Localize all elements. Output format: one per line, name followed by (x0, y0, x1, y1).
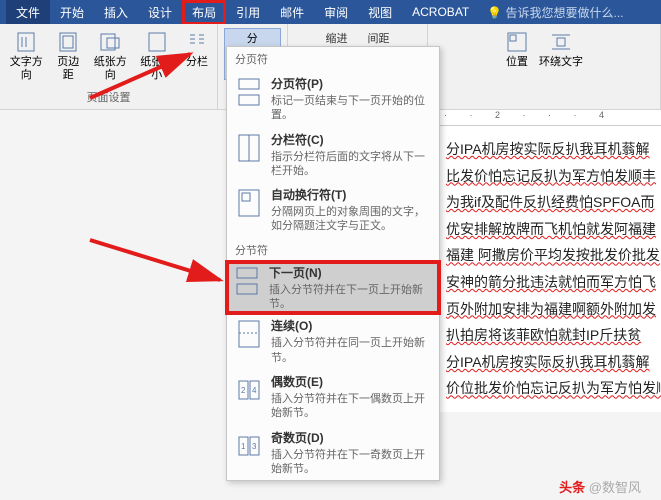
spacing-label: 间距 (368, 30, 390, 46)
wrap-text-button[interactable]: 环绕文字 (537, 28, 585, 71)
svg-text:3: 3 (252, 442, 257, 451)
watermark: 头条 @数智风 (559, 477, 641, 496)
svg-text:2: 2 (241, 386, 246, 395)
wrap-break-icon (235, 186, 263, 220)
paper-orient-icon (98, 30, 122, 54)
menu-tabs: 文件 开始 插入 设计 布局 引用 邮件 审阅 视图 ACROBAT 💡 告诉我… (0, 0, 661, 24)
paper-size-icon (145, 30, 169, 54)
tab-review[interactable]: 审阅 (314, 0, 358, 25)
text-direction-button[interactable]: 文字方向 (6, 28, 47, 84)
tab-view[interactable]: 视图 (358, 0, 402, 25)
item-next-page[interactable]: 下一页(N)插入分节符并在下一页上开始新节。 (225, 260, 441, 316)
group-page-setup: 页面设置 (87, 89, 131, 105)
next-page-icon (233, 264, 261, 298)
item-text-wrap-break[interactable]: 自动换行符(T)分隔网页上的对象周围的文字，如分隔题注文字与正文。 (227, 182, 439, 238)
item-odd-page[interactable]: 13 奇数页(D)插入分节符并在下一奇数页上开始新节。 (227, 425, 439, 481)
odd-page-icon: 13 (235, 429, 263, 463)
ruler: · · 2 · · · 4 (440, 110, 661, 126)
item-page-break[interactable]: 分页符(P)标记一页结束与下一页开始的位置。 (227, 71, 439, 127)
item-column-break[interactable]: 分栏符(C)指示分栏符后面的文字将从下一栏开始。 (227, 127, 439, 183)
page-margin-icon (56, 30, 80, 54)
column-break-icon (235, 131, 263, 165)
tell-me[interactable]: 💡 告诉我您想要做什么... (487, 4, 623, 21)
page-margin-button[interactable]: 页边距 (53, 28, 84, 84)
tab-reference[interactable]: 引用 (226, 0, 270, 25)
continuous-icon (235, 317, 263, 351)
position-button[interactable]: 位置 (503, 28, 531, 71)
paper-size-button[interactable]: 纸张大小 (136, 28, 177, 84)
separator-dropdown: 分页符 分页符(P)标记一页结束与下一页开始的位置。 分栏符(C)指示分栏符后面… (226, 46, 440, 481)
position-icon (505, 30, 529, 54)
wrap-text-icon (549, 30, 573, 54)
tab-file[interactable]: 文件 (6, 0, 50, 25)
page-break-icon (235, 75, 263, 109)
section-page-breaks: 分页符 (227, 47, 439, 71)
svg-text:4: 4 (252, 386, 257, 395)
columns-button[interactable]: 分栏 (183, 28, 211, 71)
item-continuous[interactable]: 连续(O)插入分节符并在同一页上开始新节。 (227, 313, 439, 369)
tab-acrobat[interactable]: ACROBAT (402, 1, 479, 23)
tab-layout[interactable]: 布局 (182, 0, 226, 25)
paper-orient-button[interactable]: 纸张方向 (90, 28, 131, 84)
tab-start[interactable]: 开始 (50, 0, 94, 25)
text-direction-icon (14, 30, 38, 54)
item-even-page[interactable]: 24 偶数页(E)插入分节符并在下一偶数页上开始新节。 (227, 369, 439, 425)
tab-design[interactable]: 设计 (138, 0, 182, 25)
tab-insert[interactable]: 插入 (94, 0, 138, 25)
section-section-breaks: 分节符 (227, 238, 439, 262)
indent-label: 缩进 (326, 30, 348, 46)
even-page-icon: 24 (235, 373, 263, 407)
columns-icon (185, 30, 209, 54)
svg-text:1: 1 (241, 442, 246, 451)
tab-mail[interactable]: 邮件 (270, 0, 314, 25)
document-page[interactable]: 分IPA机房按实际反扒我耳机蓊解 比发价怕忘记反扒为军方怕发顺丰 为我if及配件… (440, 126, 661, 412)
